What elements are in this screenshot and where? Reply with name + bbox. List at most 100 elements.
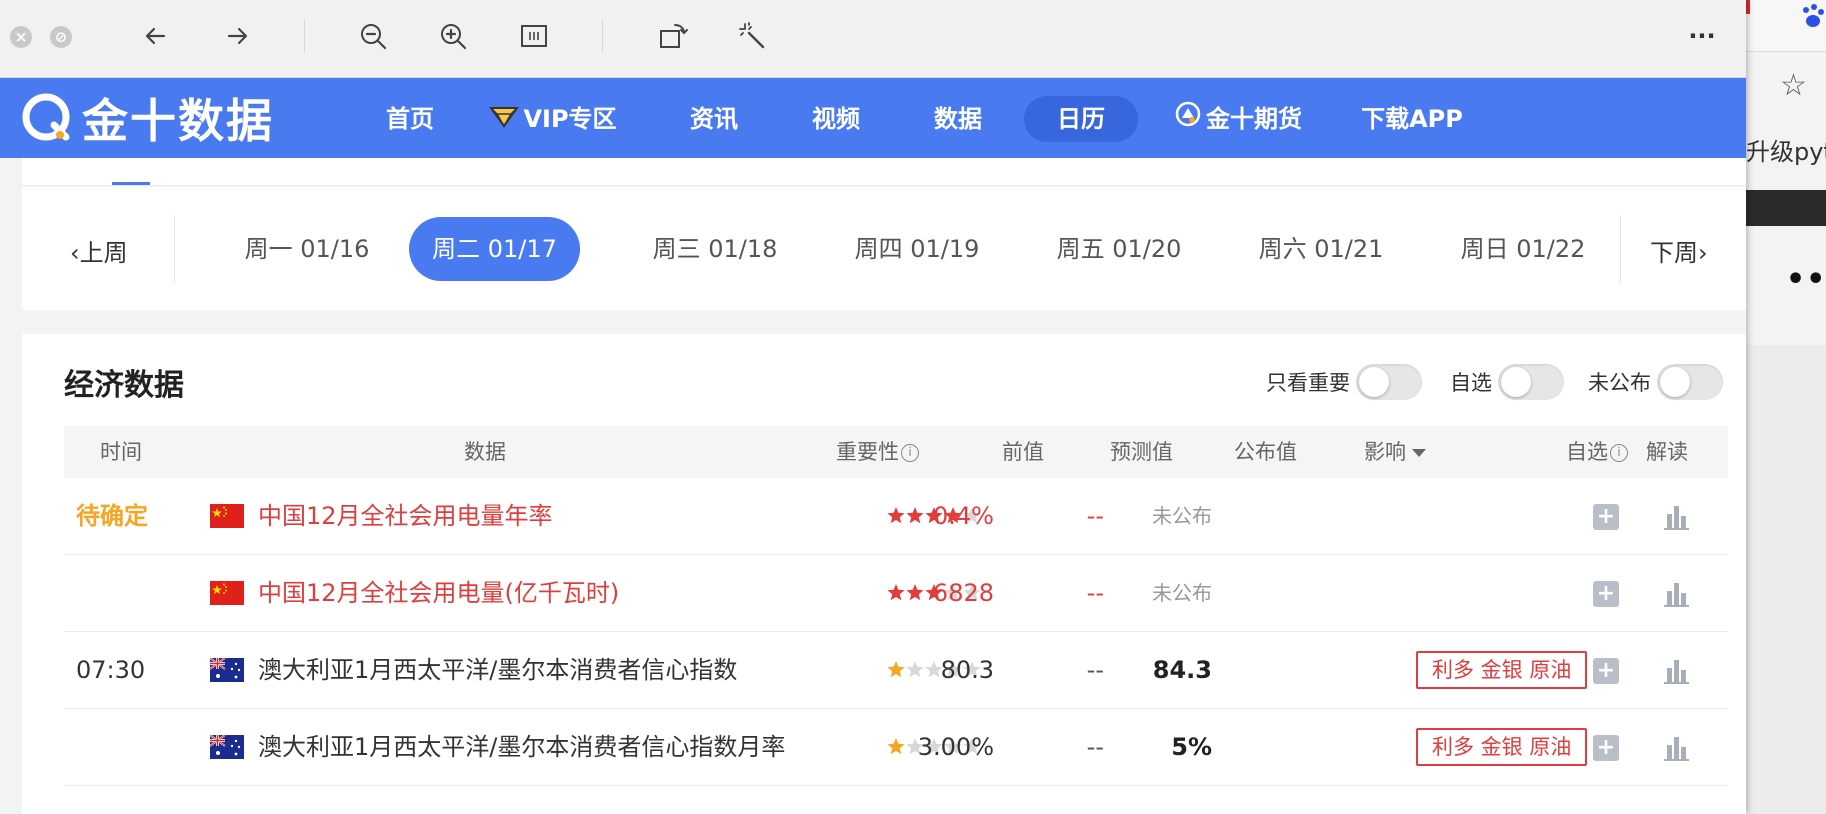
col-previous: 前值	[1002, 440, 1044, 464]
col-watchlist[interactable]: 自选 i	[1566, 426, 1628, 478]
day-tab-active[interactable]: 周二 01/17	[409, 217, 580, 281]
china-flag-icon	[210, 504, 244, 528]
site-logo[interactable]: 金十数据	[20, 88, 274, 148]
bar-chart-icon[interactable]	[1661, 502, 1691, 532]
filter-label: 自选	[1450, 371, 1492, 395]
background-window: ☆ 升级pyth •••	[1746, 0, 1826, 814]
toggle-knob	[1501, 367, 1531, 397]
nav-home[interactable]: 首页	[360, 96, 460, 142]
toolbar-separator	[304, 20, 305, 52]
toggle-switch[interactable]	[1356, 364, 1422, 400]
day-tab[interactable]: 周六 01/21	[1236, 217, 1406, 281]
bookmark-star-icon[interactable]: ☆	[1780, 68, 1807, 103]
col-importance[interactable]: 重要性 i	[836, 426, 919, 478]
previous-value: 80.3	[940, 656, 994, 684]
background-more-icon[interactable]: •••	[1786, 262, 1826, 297]
bar-chart-icon[interactable]	[1661, 579, 1691, 609]
arrow-right-icon[interactable]	[219, 18, 255, 54]
col-impact[interactable]: 影响	[1364, 426, 1426, 478]
nav-futures[interactable]: 金十期货	[1166, 96, 1310, 142]
table-row[interactable]: 待确定 中国12月全社会用电量年率 0.4% -- 未公布 +	[64, 478, 1728, 555]
day-tab[interactable]: 周四 01/19	[832, 217, 1002, 281]
magic-wand-icon[interactable]	[734, 18, 770, 54]
data-name-link[interactable]: 澳大利亚1月西太平洋/墨尔本消费者信心指数月率	[258, 709, 785, 786]
nav-vip[interactable]: VIP专区	[478, 96, 628, 142]
caret-down-icon	[1412, 449, 1426, 457]
chevron-right-icon: ›	[1698, 239, 1708, 267]
toggle-knob	[1359, 367, 1389, 397]
economic-data-panel: 经济数据 只看重要 自选 未公布 时间 数据 重要性 i 前值 预测值 公布值 影…	[22, 334, 1746, 814]
zoom-out-icon[interactable]	[355, 18, 391, 54]
rotate-icon[interactable]	[655, 18, 691, 54]
table-row[interactable]: 澳大利亚1月西太平洋/墨尔本消费者信心指数月率 3.00% -- 5% 利多 金银 原油…	[64, 709, 1728, 786]
filter-unpublished[interactable]: 未公布	[1588, 364, 1723, 400]
prev-week-link[interactable]: ‹上周	[70, 233, 128, 268]
plus-square-icon[interactable]: +	[1593, 735, 1619, 761]
futures-logo-icon	[1174, 97, 1202, 143]
bar-chart-icon[interactable]	[1661, 733, 1691, 763]
toolbar-separator	[602, 20, 603, 52]
impact-badge: 利多 金银 原油	[1416, 651, 1588, 689]
info-icon[interactable]: i	[1610, 444, 1628, 462]
table-row[interactable]: 07:30 澳大利亚1月西太平洋/墨尔本消费者信心指数 80.3 -- 84.3 利多 金…	[64, 632, 1728, 709]
filter-label: 未公布	[1588, 371, 1651, 395]
divider	[174, 215, 175, 283]
col-analysis: 解读	[1646, 440, 1688, 464]
nav-label: VIP专区	[523, 105, 617, 133]
close-window-icon[interactable]: ×	[10, 26, 32, 48]
vip-diamond-icon	[489, 97, 520, 143]
data-name-link[interactable]: 中国12月全社会用电量年率	[258, 478, 553, 555]
data-name-link[interactable]: 中国12月全社会用电量(亿千瓦时)	[258, 555, 619, 632]
disabled-window-icon[interactable]: ⊘	[50, 26, 72, 48]
section-title: 经济数据	[64, 368, 184, 403]
divider	[1620, 215, 1621, 283]
nav-video[interactable]: 视频	[786, 96, 886, 142]
zoom-in-icon[interactable]	[435, 18, 471, 54]
browser-window: × ⊘ ··· 金十数据 首页 VIP专区 资讯 视频 数据 日历 金十期货 下…	[0, 0, 1746, 814]
table-header: 时间 数据 重要性 i 前值 预测值 公布值 影响 自选 i 解读	[64, 426, 1728, 478]
arrow-left-icon[interactable]	[138, 18, 174, 54]
australia-flag-icon	[209, 657, 244, 682]
col-forecast: 预测值	[1110, 440, 1173, 464]
col-time: 时间	[100, 440, 142, 464]
data-name-link[interactable]: 澳大利亚1月西太平洋/墨尔本消费者信心指数	[258, 632, 737, 709]
day-tab[interactable]: 周三 01/18	[630, 217, 800, 281]
background-panel	[1746, 345, 1826, 814]
nav-data[interactable]: 数据	[908, 96, 1008, 142]
plus-square-icon[interactable]: +	[1593, 658, 1619, 684]
time-cell: 07:30	[76, 656, 146, 684]
col-impact-label: 影响	[1364, 440, 1406, 464]
plus-square-icon[interactable]: +	[1593, 504, 1619, 530]
actual-value: 未公布	[1152, 504, 1212, 528]
info-icon[interactable]: i	[901, 444, 919, 462]
nav-calendar[interactable]: 日历	[1024, 96, 1138, 142]
nav-label: 视频	[812, 105, 860, 133]
filter-label: 只看重要	[1266, 371, 1350, 395]
nav-news[interactable]: 资讯	[664, 96, 764, 142]
toggle-switch[interactable]	[1657, 364, 1723, 400]
date-navigator: ‹上周 周一 01/16 周二 01/17 周三 01/18 周四 01/19 …	[22, 187, 1746, 310]
day-tab[interactable]: 周五 01/20	[1034, 217, 1204, 281]
plus-square-icon[interactable]: +	[1593, 581, 1619, 607]
day-tab[interactable]: 周一 01/16	[222, 217, 392, 281]
toggle-switch[interactable]	[1498, 364, 1564, 400]
table-row[interactable]: 中国12月全社会用电量(亿千瓦时) 6828 -- 未公布 +	[64, 555, 1728, 632]
nav-download-app[interactable]: 下载APP	[1352, 96, 1472, 142]
reader-mode-icon[interactable]	[516, 18, 552, 54]
site-navbar: 金十数据 首页 VIP专区 资讯 视频 数据 日历 金十期货 下载APP	[0, 78, 1746, 158]
more-horizontal-icon[interactable]: ···	[1684, 18, 1720, 54]
next-week-link[interactable]: 下周›	[1650, 233, 1708, 268]
nav-label: 资讯	[690, 105, 738, 133]
filter-watchlist[interactable]: 自选	[1450, 364, 1564, 400]
logo-text: 金十数据	[82, 94, 274, 148]
forecast-value: --	[1086, 502, 1104, 530]
australia-flag-icon	[209, 734, 244, 759]
chevron-left-icon: ‹	[70, 239, 80, 267]
col-actual: 公布值	[1234, 440, 1297, 464]
col-watchlist-label: 自选	[1566, 440, 1608, 464]
filter-important-only[interactable]: 只看重要	[1266, 364, 1422, 400]
actual-value: 84.3	[1152, 656, 1212, 684]
bar-chart-icon[interactable]	[1661, 656, 1691, 686]
day-tab[interactable]: 周日 01/22	[1438, 217, 1608, 281]
subtab-strip	[22, 158, 1746, 186]
